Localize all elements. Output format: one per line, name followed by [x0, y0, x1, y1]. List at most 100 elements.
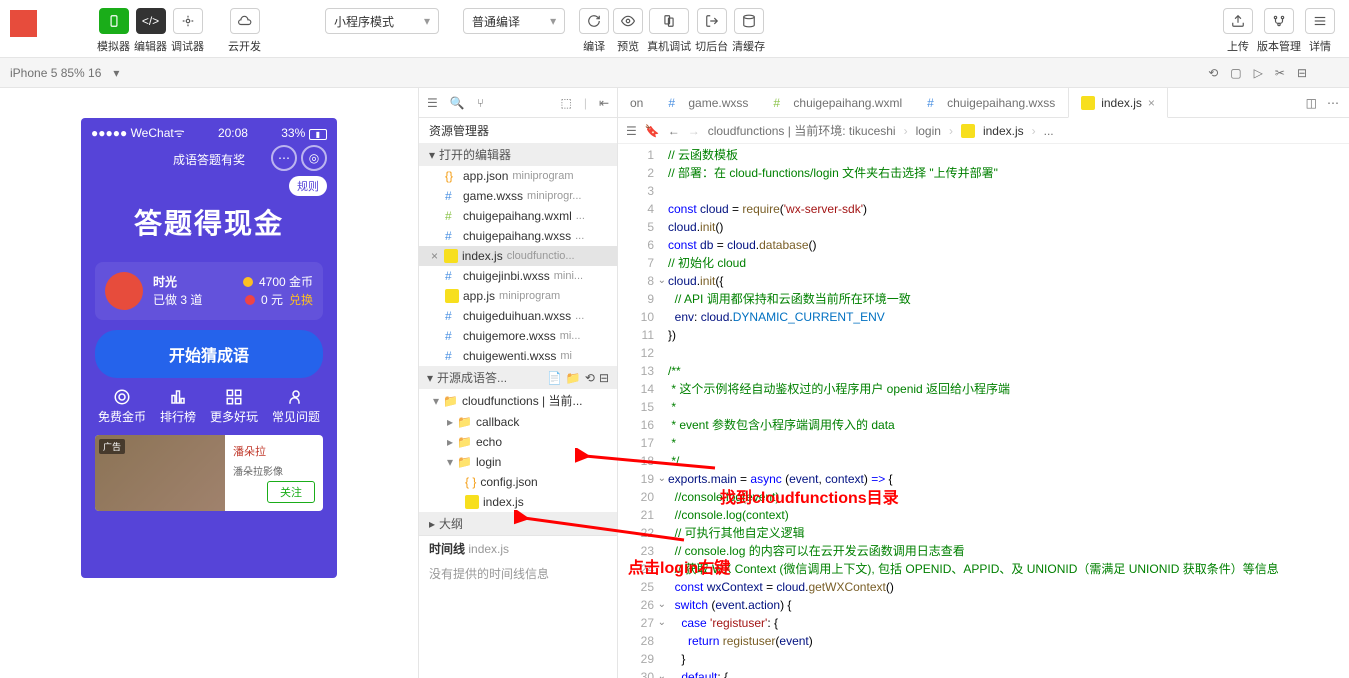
- tab-chuigepaihang.wxml[interactable]: # chuigepaihang.wxml: [761, 88, 915, 117]
- outline-section[interactable]: ▸大纲: [419, 512, 617, 535]
- js-icon: [961, 124, 975, 138]
- chevron-down-icon: ▾: [427, 371, 433, 385]
- simulator-panel: ●●●●● WeChatᯤ 20:08 33% ▮ 成语答题有奖 ⋯◎ 规则 答…: [0, 88, 418, 678]
- timeline-title: 时间线: [429, 542, 465, 556]
- preview-label: 预览: [617, 38, 639, 54]
- version-button[interactable]: [1264, 8, 1294, 34]
- crumb-file[interactable]: index.js: [983, 124, 1024, 138]
- device-selector[interactable]: iPhone 5 85% 16: [10, 66, 101, 80]
- nav-back-icon[interactable]: ←: [668, 124, 680, 138]
- debug-icon[interactable]: ⬚: [560, 96, 571, 110]
- compile-dropdown[interactable]: 普通编译▾: [463, 8, 565, 34]
- nav-rank[interactable]: 排行榜: [160, 388, 196, 425]
- dock-icon[interactable]: ⊟: [1297, 66, 1307, 80]
- start-button[interactable]: 开始猜成语: [95, 330, 323, 378]
- mute-icon[interactable]: ▷: [1254, 66, 1263, 80]
- rmb-count: 0 元: [261, 291, 283, 309]
- bookmark-icon[interactable]: 🔖: [645, 124, 660, 138]
- open-file-index.js[interactable]: × index.js cloudfunctio...: [419, 246, 617, 266]
- upload-button[interactable]: [1223, 8, 1253, 34]
- more-icon[interactable]: ⋯: [1327, 96, 1339, 110]
- cut-icon[interactable]: ✂: [1275, 66, 1285, 80]
- crumb-more[interactable]: ...: [1044, 124, 1054, 138]
- clear-cache-button[interactable]: [734, 8, 764, 34]
- project-header[interactable]: ▾开源成语答...📄📁⟲⊟: [419, 366, 617, 389]
- nav-faq[interactable]: 常见问题: [272, 388, 320, 425]
- editor-panel: on# game.wxss# chuigepaihang.wxml# chuig…: [618, 88, 1349, 678]
- chevron-down-icon: ▾: [429, 148, 435, 162]
- open-file-chuigewenti.wxss[interactable]: # chuigewenti.wxss mi: [419, 346, 617, 366]
- open-file-chuigemore.wxss[interactable]: # chuigemore.wxss mi...: [419, 326, 617, 346]
- collapse-all-icon[interactable]: ⊟: [599, 371, 609, 385]
- new-folder-icon[interactable]: 📁: [566, 371, 581, 385]
- open-file-app.json[interactable]: {} app.json miniprogram: [419, 166, 617, 186]
- list-icon[interactable]: ☰: [626, 124, 637, 138]
- ad-tag: 广告: [99, 439, 125, 454]
- phone-preview: ●●●●● WeChatᯤ 20:08 33% ▮ 成语答题有奖 ⋯◎ 规则 答…: [81, 118, 337, 578]
- upload-label: 上传: [1227, 38, 1249, 54]
- nav-free-coin[interactable]: 免费金币: [98, 388, 146, 425]
- crumb-cloudfunctions[interactable]: cloudfunctions | 当前环境: tikuceshi: [708, 122, 896, 139]
- open-editors-section[interactable]: ▾打开的编辑器: [419, 143, 617, 166]
- rule-button[interactable]: 规则: [289, 176, 327, 196]
- menu-dots-icon[interactable]: ⋯: [271, 145, 297, 171]
- tree-login[interactable]: ▾ 📁 login: [419, 452, 617, 472]
- open-file-game.wxss[interactable]: # game.wxss miniprogr...: [419, 186, 617, 206]
- explorer-title: 资源管理器: [419, 118, 617, 143]
- nav-more[interactable]: 更多好玩: [210, 388, 258, 425]
- exchange-link[interactable]: 兑换: [289, 291, 313, 309]
- debugger-button[interactable]: [173, 8, 203, 34]
- rotate-icon[interactable]: ⟲: [1208, 66, 1218, 80]
- branch-icon[interactable]: ⑂: [477, 96, 484, 110]
- code-area[interactable]: 12345678⌄910111213141516171819⌄202122232…: [618, 144, 1349, 678]
- open-file-chuigejinbi.wxss[interactable]: # chuigejinbi.wxss mini...: [419, 266, 617, 286]
- ad-card[interactable]: 广告 潘朵拉 潘朵拉影像 关注: [95, 435, 323, 511]
- chevron-down-icon: ▾: [550, 14, 556, 28]
- simulator-label: 模拟器: [97, 38, 130, 54]
- simulator-button[interactable]: [99, 8, 129, 34]
- user-avatar[interactable]: [10, 10, 37, 37]
- editor-button[interactable]: </>: [136, 8, 166, 34]
- tab-index.js[interactable]: index.js ×: [1068, 88, 1168, 118]
- tree-config.json[interactable]: { } config.json: [419, 472, 617, 492]
- mode-dropdown[interactable]: 小程序模式▾: [325, 8, 439, 34]
- headline: 答题得现金: [81, 202, 337, 242]
- recompile-button[interactable]: [579, 8, 609, 34]
- search-icon[interactable]: 🔍: [450, 96, 465, 110]
- crumb-login[interactable]: login: [916, 124, 941, 138]
- refresh-icon[interactable]: ⟲: [585, 371, 595, 385]
- ad-follow-button[interactable]: 关注: [267, 481, 315, 503]
- new-file-icon[interactable]: 📄: [547, 371, 562, 385]
- open-file-app.js[interactable]: app.js miniprogram: [419, 286, 617, 306]
- tree-cloudfunctions | 当前...[interactable]: ▾ 📁 cloudfunctions | 当前...: [419, 389, 617, 412]
- tab-on[interactable]: on: [618, 88, 656, 117]
- timeline-file: index.js: [468, 542, 509, 556]
- nav-fwd-icon[interactable]: →: [688, 124, 700, 138]
- username: 时光: [153, 273, 177, 291]
- battery-label: 33%: [281, 126, 305, 140]
- editor-label: 编辑器: [134, 38, 167, 54]
- cloud-button[interactable]: [230, 8, 260, 34]
- debugger-label: 调试器: [171, 38, 204, 54]
- editor-tabs: on# game.wxss# chuigepaihang.wxml# chuig…: [618, 88, 1349, 118]
- mode-value: 小程序模式: [334, 13, 394, 30]
- split-icon[interactable]: ◫: [1306, 96, 1317, 110]
- list-icon[interactable]: ☰: [427, 96, 438, 110]
- open-file-chuigeduihuan.wxss[interactable]: # chuigeduihuan.wxss ...: [419, 306, 617, 326]
- screenshot-icon[interactable]: ▢: [1230, 66, 1241, 80]
- open-file-chuigepaihang.wxss[interactable]: # chuigepaihang.wxss ...: [419, 226, 617, 246]
- detail-button[interactable]: [1305, 8, 1335, 34]
- target-icon[interactable]: ◎: [301, 145, 327, 171]
- preview-button[interactable]: [613, 8, 643, 34]
- tree-echo[interactable]: ▸ 📁 echo: [419, 432, 617, 452]
- switch-bg-button[interactable]: [697, 8, 727, 34]
- collapse-icon[interactable]: ⇤: [599, 96, 609, 110]
- wifi-icon: ᯤ: [174, 126, 185, 140]
- open-file-chuigepaihang.wxml[interactable]: # chuigepaihang.wxml ...: [419, 206, 617, 226]
- tab-game.wxss[interactable]: # game.wxss: [656, 88, 761, 117]
- cloud-label: 云开发: [228, 38, 261, 54]
- tab-chuigepaihang.wxss[interactable]: # chuigepaihang.wxss: [915, 88, 1068, 117]
- tree-index.js[interactable]: index.js: [419, 492, 617, 512]
- remote-debug-button[interactable]: [649, 8, 689, 34]
- tree-callback[interactable]: ▸ 📁 callback: [419, 412, 617, 432]
